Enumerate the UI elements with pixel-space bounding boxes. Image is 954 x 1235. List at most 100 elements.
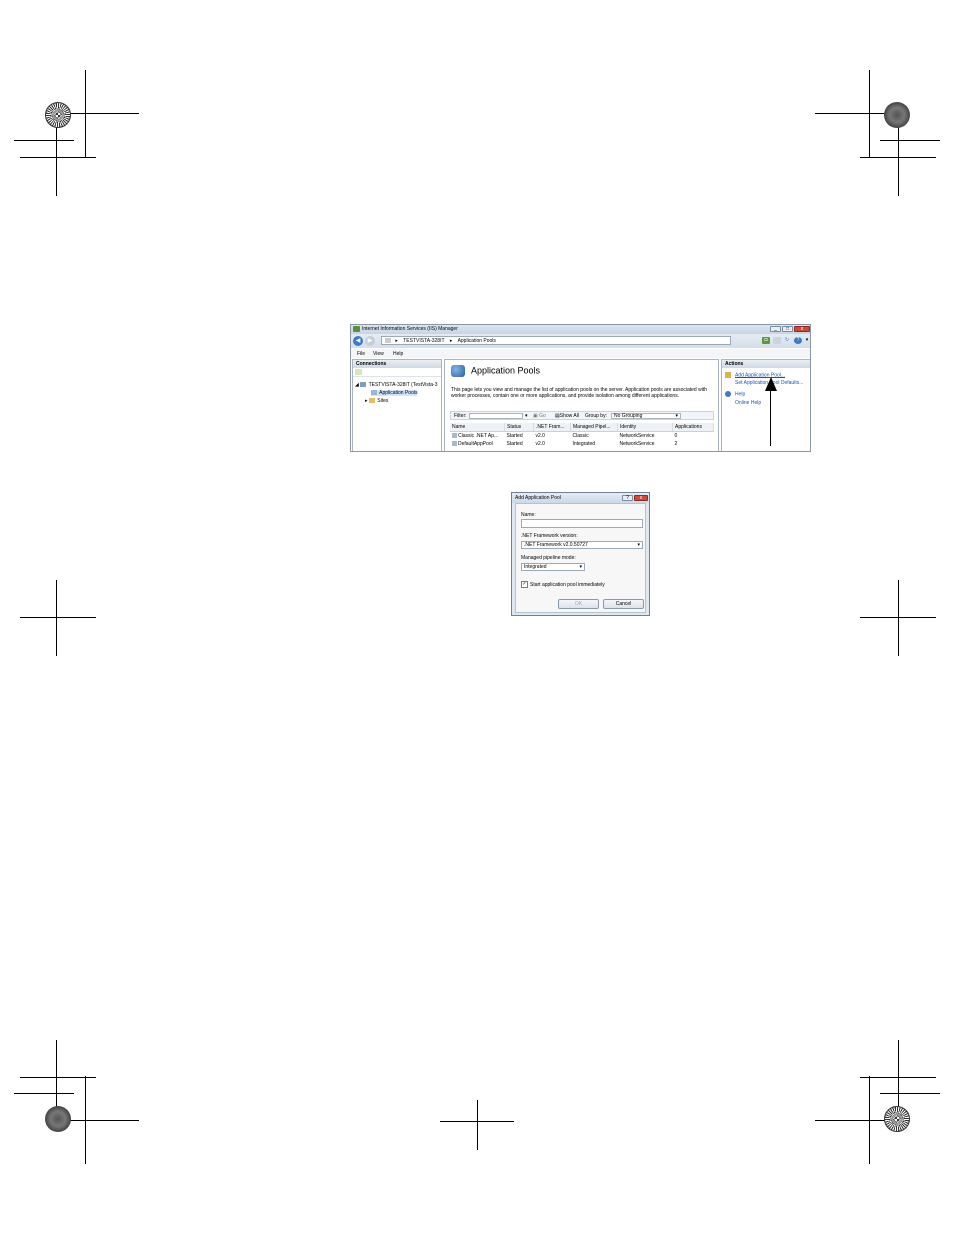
iis-manager-window: Internet Information Services (IIS) Mana… xyxy=(350,324,811,452)
menu-view[interactable]: View xyxy=(373,351,384,357)
connections-toolbar xyxy=(353,368,441,377)
dialog-title: Add Application Pool xyxy=(515,495,561,501)
cell-pipeline: Classic xyxy=(572,433,589,439)
close-button[interactable]: x xyxy=(794,326,810,332)
online-help-link[interactable]: Online Help xyxy=(735,400,761,406)
breadcrumb-server[interactable]: TESTVISTA-328IT xyxy=(403,338,444,344)
app-pool-icon xyxy=(371,390,377,396)
cancel-button[interactable]: Cancel xyxy=(603,599,644,609)
create-connection-icon[interactable] xyxy=(355,369,362,375)
start-immediately-checkbox[interactable]: ✓ Start application pool immediately xyxy=(521,581,605,588)
address-bar: ◀ ▶ ▸ TESTVISTA-328IT ▸ Application Pool… xyxy=(351,334,810,348)
pipeline-select[interactable]: Integrated ▾ xyxy=(521,563,585,571)
name-input[interactable] xyxy=(521,519,643,528)
callout-arrow-head xyxy=(765,377,777,391)
chevron-down-icon: ▾ xyxy=(637,542,640,548)
column-framework[interactable]: .NET Fram... xyxy=(533,423,571,432)
help-icon[interactable]: ? xyxy=(794,337,802,344)
ok-button[interactable]: OK xyxy=(558,599,599,609)
cell-applications: 2 xyxy=(674,441,678,447)
go-button[interactable]: ▣ Go xyxy=(533,412,546,420)
tree-collapse-icon[interactable]: ▸ xyxy=(365,398,368,404)
minimize-button[interactable]: _ xyxy=(770,326,781,332)
cell-identity: NetworkService xyxy=(619,441,655,447)
column-pipeline[interactable]: Managed Pipel... xyxy=(570,423,618,432)
menu-bar: File View Help xyxy=(351,349,810,358)
tree-expand-icon[interactable]: ◢ xyxy=(355,382,359,388)
filter-input[interactable] xyxy=(469,413,523,419)
breadcrumb[interactable]: ▸ TESTVISTA-328IT ▸ Application Pools xyxy=(381,336,731,345)
table-row[interactable]: Classic .NET Ap... Started v2.0 Classic … xyxy=(450,432,714,441)
application-pools-icon xyxy=(451,365,465,377)
connect-icon[interactable]: ◘ xyxy=(762,337,770,344)
iis-app-icon xyxy=(353,326,360,332)
add-application-pool-dialog: Add Application Pool ? x Name: .NET Fram… xyxy=(511,492,650,616)
breadcrumb-separator-icon: ▸ xyxy=(449,338,453,344)
cell-applications: 0 xyxy=(674,433,678,439)
column-identity[interactable]: Identity xyxy=(617,423,673,432)
column-status[interactable]: Status xyxy=(504,423,534,432)
show-all-button[interactable]: ▤Show All xyxy=(555,412,579,420)
window-title: Internet Information Services (IIS) Mana… xyxy=(362,326,458,332)
checkmark-icon[interactable]: ✓ xyxy=(521,581,528,588)
cell-name: DefaultAppPool xyxy=(450,440,505,448)
folder-icon xyxy=(368,398,375,404)
column-applications[interactable]: Applications xyxy=(672,423,714,432)
application-pools-page: Application Pools This page lets you vie… xyxy=(444,359,719,451)
add-pool-icon xyxy=(725,372,731,378)
server-icon xyxy=(360,382,367,388)
dialog-body: Name: .NET Framework version: .NET Frame… xyxy=(515,503,646,613)
dialog-close-button[interactable]: x xyxy=(634,495,648,501)
cell-identity: NetworkService xyxy=(619,433,655,439)
cell-name: Classic .NET Ap... xyxy=(450,432,505,441)
filter-bar: Filter: ▾ ▣ Go ▤Show All Group by: No Gr… xyxy=(450,411,714,420)
dialog-title-bar: Add Application Pool ? x xyxy=(512,493,649,503)
registration-rosette-icon xyxy=(45,102,71,128)
breadcrumb-app-pools[interactable]: Application Pools xyxy=(458,338,496,344)
registration-rosette-icon xyxy=(884,102,910,128)
framework-label: .NET Framework version: xyxy=(521,533,578,539)
title-bar: Internet Information Services (IIS) Mana… xyxy=(351,325,810,334)
name-label: Name: xyxy=(521,512,536,518)
page-title: Application Pools xyxy=(451,365,540,377)
filter-label: Filter: xyxy=(454,413,467,419)
menu-help[interactable]: Help xyxy=(393,351,403,357)
maximize-button[interactable]: □ xyxy=(782,326,793,332)
back-button[interactable]: ◀ xyxy=(353,336,363,346)
filter-dropdown-icon[interactable]: ▾ xyxy=(525,412,528,420)
dropdown-chevron-icon[interactable]: ▾ xyxy=(803,337,810,344)
refresh-icon[interactable]: ↻ xyxy=(783,337,791,344)
registration-rosette-icon xyxy=(45,1106,71,1132)
table-header-row: Name Status .NET Fram... Managed Pipel..… xyxy=(450,423,714,432)
actions-panel: Actions Add Application Pool... Set Appl… xyxy=(721,359,810,451)
forward-button[interactable]: ▶ xyxy=(365,336,375,346)
cell-framework: v2.0 xyxy=(535,433,545,439)
tree-server[interactable]: ◢ TESTVISTA-328IT (TestVista-3 xyxy=(355,382,437,388)
cell-status: Started xyxy=(506,441,523,447)
connections-header: Connections xyxy=(353,360,441,368)
application-pools-table: Name Status .NET Fram... Managed Pipel..… xyxy=(450,423,714,448)
help-icon xyxy=(725,391,731,397)
cell-status: Started xyxy=(506,433,523,439)
help-link[interactable]: Help xyxy=(725,391,745,397)
cell-framework: v2.0 xyxy=(535,441,545,447)
app-pool-icon xyxy=(452,441,457,447)
breadcrumb-separator-icon: ▸ xyxy=(395,338,398,344)
chevron-down-icon: ▾ xyxy=(579,564,582,570)
dialog-help-button[interactable]: ? xyxy=(622,495,633,501)
table-row[interactable]: DefaultAppPool Started v2.0 Integrated N… xyxy=(450,440,714,448)
tree-application-pools[interactable]: Application Pools xyxy=(371,390,418,396)
page-description: This page lets you view and manage the l… xyxy=(451,387,707,399)
callout-arrow-line xyxy=(770,388,771,446)
column-name[interactable]: Name xyxy=(450,423,505,432)
framework-select[interactable]: .NET Framework v2.0.50727 ▾ xyxy=(521,541,643,549)
tree-sites[interactable]: ▸ Sites xyxy=(365,398,388,404)
group-by-label: Group by: xyxy=(585,413,607,419)
connections-panel: Connections ◢ TESTVISTA-328IT (TestVista… xyxy=(352,359,442,451)
server-icon xyxy=(385,338,391,344)
cell-pipeline: Integrated xyxy=(572,441,596,447)
menu-file[interactable]: File xyxy=(357,351,365,357)
pipeline-label: Managed pipeline mode: xyxy=(521,555,576,561)
stop-icon[interactable] xyxy=(773,337,781,344)
group-by-select[interactable]: No Grouping ▾ xyxy=(611,413,681,419)
